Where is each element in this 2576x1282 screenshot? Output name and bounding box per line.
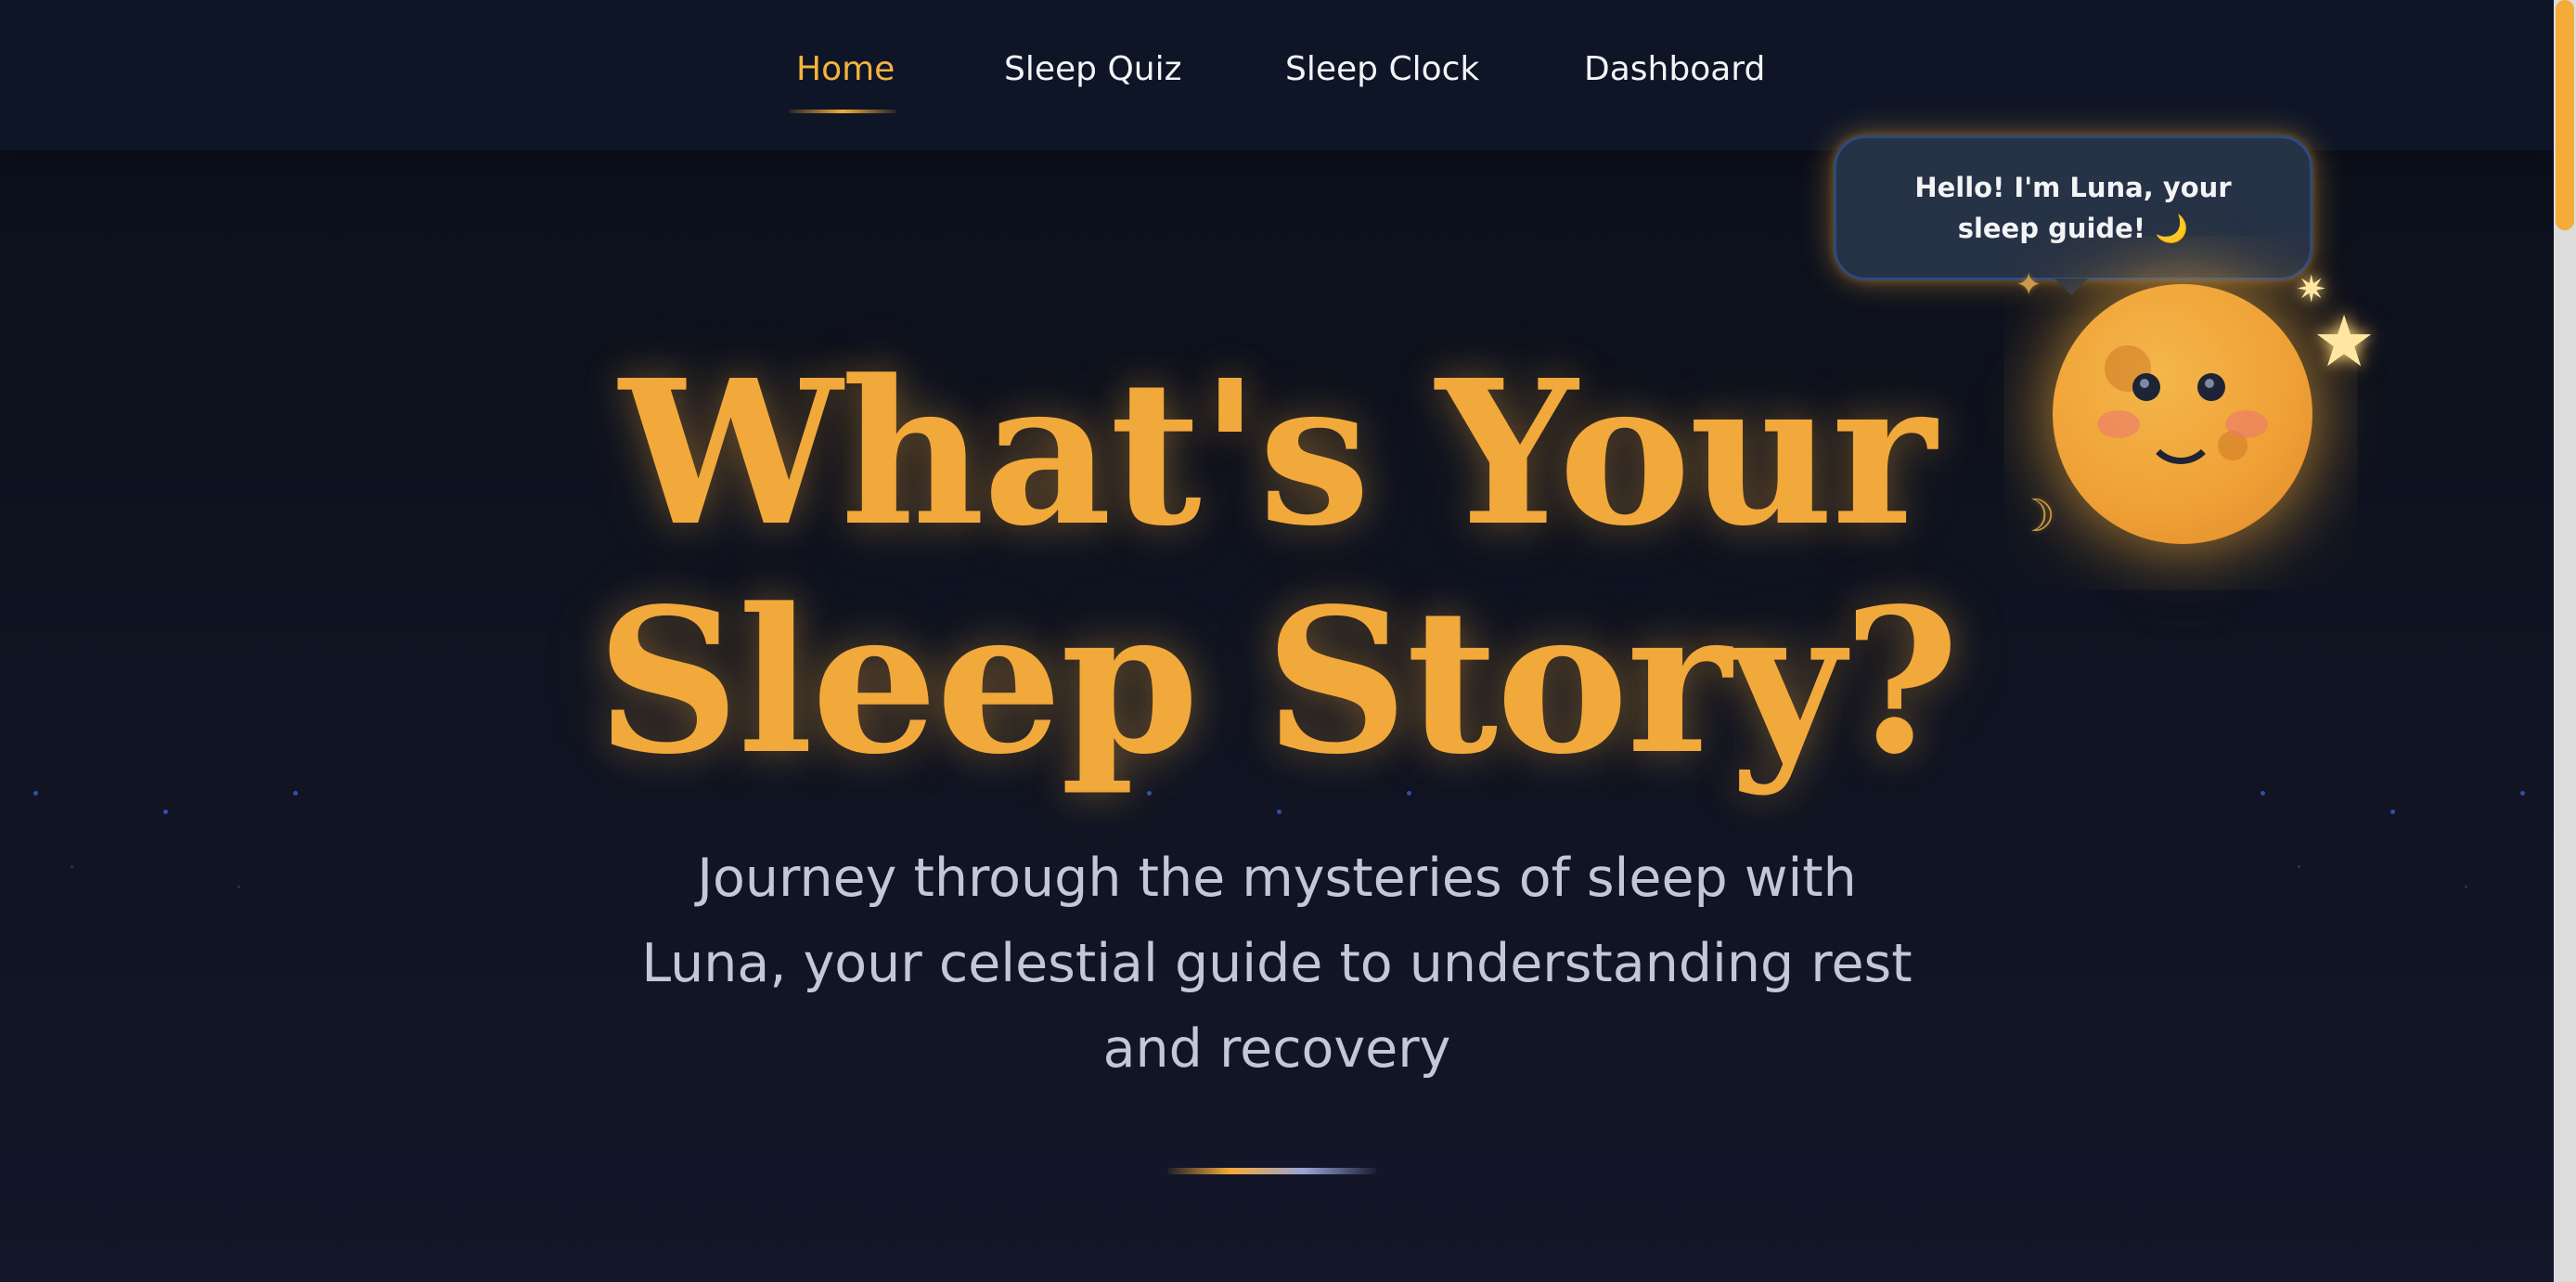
hero-title-line-2: Sleep Story? [596,565,1960,798]
nav-sleep-quiz[interactable]: Sleep Quiz [1004,50,1182,88]
speech-text: Hello! I'm Luna, your sleep guide! 🌙 [1914,172,2232,244]
nav-home[interactable]: Home [796,50,895,88]
star [293,791,298,796]
hero-subtitle: Journey through the mysteries of sleep w… [641,848,1913,1080]
page-scrollbar[interactable] [2554,0,2576,1282]
page: Home Sleep Quiz Sleep Clock Dashboard He… [0,0,2554,1282]
speech-bubble: Hello! I'm Luna, your sleep guide! 🌙 [1834,136,2312,280]
sparkle-star-icon: ✦ [2016,266,2042,304]
nav-sleep-clock[interactable]: Sleep Clock [1285,50,1479,88]
star [2465,886,2467,888]
speech-bubble-tail [2054,278,2088,295]
star [2390,809,2395,814]
hero-divider [1167,1168,1377,1174]
active-nav-indicator [789,110,896,113]
star [71,865,73,868]
nav-dashboard[interactable]: Dashboard [1584,50,1765,88]
top-navbar: Home Sleep Quiz Sleep Clock Dashboard [0,0,2554,150]
star [238,886,240,888]
hero-title-line-1: What's Your [619,337,1936,570]
star [2260,791,2265,796]
star [33,791,38,796]
star [2520,791,2525,796]
scrollbar-thumb[interactable] [2556,0,2574,230]
star [2298,865,2300,868]
sparkle-star-icon: ✷ [2296,268,2327,311]
star [1277,809,1282,814]
star [163,809,168,814]
